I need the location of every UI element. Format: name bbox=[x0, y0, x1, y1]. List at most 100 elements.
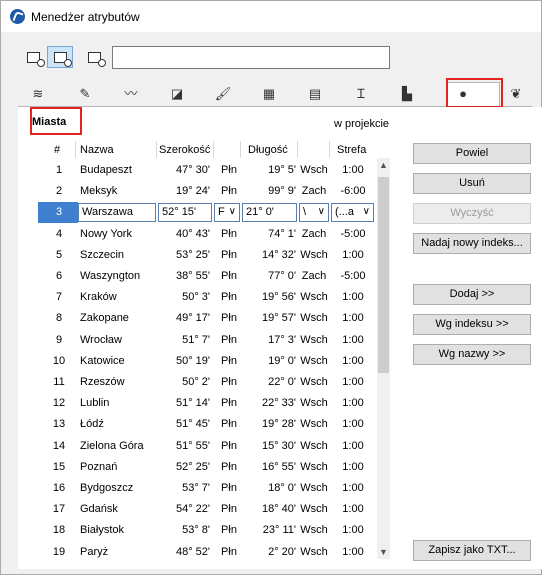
table-row[interactable]: 15 Poznań 52° 25' Płn 16° 55' Wsch 1:00 bbox=[38, 457, 376, 478]
row-number: 18 bbox=[52, 524, 66, 537]
time-zone: -5:00 bbox=[340, 270, 366, 282]
table-row[interactable]: 10 Katowice 50° 19' Płn 19° 0' Wsch 1:00 bbox=[38, 351, 376, 372]
clear-button[interactable]: Wyczyść bbox=[413, 203, 531, 224]
in-project-label: w projekcie bbox=[334, 118, 390, 130]
assign-new-index-button[interactable]: Nadaj nowy indeks... bbox=[413, 233, 531, 254]
row-number: 19 bbox=[52, 545, 66, 558]
tab-profiles[interactable]: Ɪ bbox=[343, 83, 379, 105]
city-name: Bydgoszcz bbox=[80, 482, 134, 494]
table-row[interactable]: 12 Lublin 51° 14' Płn 22° 33' Wsch 1:00 bbox=[38, 393, 376, 414]
scroll-up-arrow-icon[interactable]: ▲ bbox=[377, 158, 390, 172]
tab-pens[interactable]: ✎ bbox=[67, 83, 103, 105]
line-type-icon: 〰 bbox=[124, 86, 138, 101]
window-title: Menedżer atrybutów bbox=[31, 10, 140, 24]
city-name: Gdańsk bbox=[80, 503, 118, 516]
tab-markup[interactable]: ❦ bbox=[502, 83, 530, 105]
table-row[interactable]: 16 Bydgoszcz 53° 7' Płn 18° 0' Wsch 1:00 bbox=[38, 478, 376, 499]
column-divider bbox=[297, 141, 298, 158]
time-zone: 1:00 bbox=[342, 545, 364, 558]
view-list-button[interactable] bbox=[20, 46, 46, 68]
city-name: Lublin bbox=[80, 397, 110, 410]
longitude-value: 77° 0' bbox=[268, 270, 296, 282]
latitude-direction: Płn bbox=[221, 291, 237, 304]
table-row[interactable]: 2 Meksyk 19° 24' Płn 99° 9' Zach -6:00 bbox=[38, 181, 376, 202]
name-edit-field[interactable]: Warszawa bbox=[78, 203, 156, 223]
tab-surfaces[interactable]: 🖌 bbox=[205, 83, 241, 105]
table-row[interactable]: 5 Szczecin 53° 25' Płn 14° 32' Wsch 1:00 bbox=[38, 245, 376, 266]
column-header-longitude[interactable]: Długość bbox=[248, 144, 288, 156]
latitude-value: 51° 7' bbox=[182, 333, 210, 346]
table-scrollbar[interactable]: ▲ ▼ bbox=[377, 158, 390, 559]
column-header-number[interactable]: # bbox=[54, 144, 60, 156]
longitude-value: 15° 30' bbox=[261, 439, 296, 452]
tab-composites[interactable]: ▤ bbox=[297, 83, 333, 105]
duplicate-button[interactable]: Powiel bbox=[413, 143, 531, 164]
delete-button[interactable]: Usuń bbox=[413, 173, 531, 194]
table-row[interactable]: 17 Gdańsk 54° 22' Płn 18° 40' Wsch 1:00 bbox=[38, 499, 376, 520]
latitude-value: 49° 17' bbox=[175, 312, 210, 325]
longitude-value: 16° 55' bbox=[261, 460, 296, 473]
tab-building-materials[interactable]: ▦ bbox=[251, 83, 287, 105]
row-number-cell: 3 bbox=[38, 202, 78, 224]
filter-input[interactable] bbox=[112, 46, 390, 69]
longitude-direction: Wsch bbox=[300, 248, 328, 261]
tab-zone-categories[interactable]: ▙ bbox=[389, 83, 425, 105]
table-row[interactable]: 7 Kraków 50° 3' Płn 19° 56' Wsch 1:00 bbox=[38, 287, 376, 308]
column-header-name[interactable]: Nazwa bbox=[80, 144, 114, 156]
table-row[interactable]: 13 Łódź 51° 45' Płn 19° 28' Wsch 1:00 bbox=[38, 414, 376, 435]
table-row[interactable]: 4 Nowy York 40° 43' Płn 74° 1' Zach -5:00 bbox=[38, 224, 376, 245]
longitude-value: 17° 3' bbox=[268, 333, 296, 346]
time-zone: 1:00 bbox=[342, 524, 364, 537]
column-divider bbox=[240, 141, 241, 158]
table-row[interactable]: 6 Waszyngton 38° 55' Płn 77° 0' Zach -5:00 bbox=[38, 266, 376, 287]
column-header-zone[interactable]: Strefa bbox=[337, 144, 366, 156]
latitude-direction: Płn bbox=[221, 185, 237, 198]
row-number: 4 bbox=[55, 227, 63, 240]
scroll-down-arrow-icon[interactable]: ▼ bbox=[377, 545, 390, 559]
latitude-value: 47° 30' bbox=[175, 164, 210, 176]
time-zone: 1:00 bbox=[342, 460, 364, 473]
latitude-value: 51° 14' bbox=[175, 397, 210, 410]
save-as-txt-button[interactable]: Zapisz jako TXT... bbox=[413, 540, 531, 561]
table-row[interactable]: 8 Zakopane 49° 17' Płn 19° 57' Wsch 1:00 bbox=[38, 308, 376, 329]
add-button[interactable]: Dodaj >> bbox=[413, 284, 531, 305]
time-zone: 1:00 bbox=[342, 333, 364, 346]
latitude-direction: Płn bbox=[221, 354, 237, 367]
latitude-direction: Płn bbox=[221, 503, 237, 516]
longitude-edit-field[interactable]: 21° 0' bbox=[242, 203, 297, 223]
latitude-direction-select[interactable]: F bbox=[214, 203, 240, 223]
view-detail-button[interactable] bbox=[81, 46, 107, 68]
by-name-button[interactable]: Wg nazwy >> bbox=[413, 344, 531, 365]
latitude-direction: Płn bbox=[221, 270, 237, 282]
table-row[interactable]: 19 Paryż 48° 52' Płn 2° 20' Wsch 1:00 bbox=[38, 542, 376, 559]
time-zone: 1:00 bbox=[342, 482, 364, 494]
column-divider bbox=[213, 141, 214, 158]
scroll-thumb[interactable] bbox=[378, 177, 389, 373]
longitude-direction: Wsch bbox=[300, 503, 328, 516]
city-name: Białystok bbox=[80, 524, 125, 537]
table-row[interactable]: 11 Rzeszów 50° 2' Płn 22° 0' Wsch 1:00 bbox=[38, 372, 376, 393]
longitude-direction-select[interactable]: \ bbox=[299, 203, 329, 223]
cities-tab-highlight-frame bbox=[446, 78, 503, 108]
column-header-latitude[interactable]: Szerokość bbox=[159, 144, 210, 156]
city-name: Waszyngton bbox=[80, 270, 141, 282]
latitude-edit-field[interactable]: 52° 15' bbox=[158, 203, 212, 223]
table-row[interactable]: 18 Białystok 53° 8' Płn 23° 11' Wsch 1:00 bbox=[38, 520, 376, 541]
longitude-direction: Wsch bbox=[300, 482, 328, 494]
table-row[interactable]: 1 Budapeszt 47° 30' Płn 19° 5' Wsch 1:00 bbox=[38, 160, 376, 181]
table-row[interactable]: 9 Wrocław 51° 7' Płn 17° 3' Wsch 1:00 bbox=[38, 330, 376, 351]
tab-layers[interactable]: ≋ bbox=[20, 83, 56, 105]
longitude-value: 19° 28' bbox=[261, 418, 296, 431]
tab-line-types[interactable]: 〰 bbox=[113, 83, 149, 105]
row-number: 2 bbox=[55, 185, 63, 198]
time-zone-select[interactable]: (...a bbox=[331, 203, 374, 223]
table-row-selected[interactable]: 3Warszawa52° 15'F21° 0'\(...a bbox=[38, 202, 376, 224]
latitude-value: 38° 55' bbox=[175, 270, 210, 282]
markup-icon: ❦ bbox=[510, 86, 522, 101]
city-name: Zakopane bbox=[80, 312, 129, 325]
tab-fills[interactable]: ◪ bbox=[159, 83, 195, 105]
longitude-value: 99° 9' bbox=[268, 185, 296, 198]
table-row[interactable]: 14 Zielona Góra 51° 55' Płn 15° 30' Wsch 1:00 bbox=[38, 436, 376, 457]
by-index-button[interactable]: Wg indeksu >> bbox=[413, 314, 531, 335]
view-split-button[interactable] bbox=[47, 46, 73, 68]
